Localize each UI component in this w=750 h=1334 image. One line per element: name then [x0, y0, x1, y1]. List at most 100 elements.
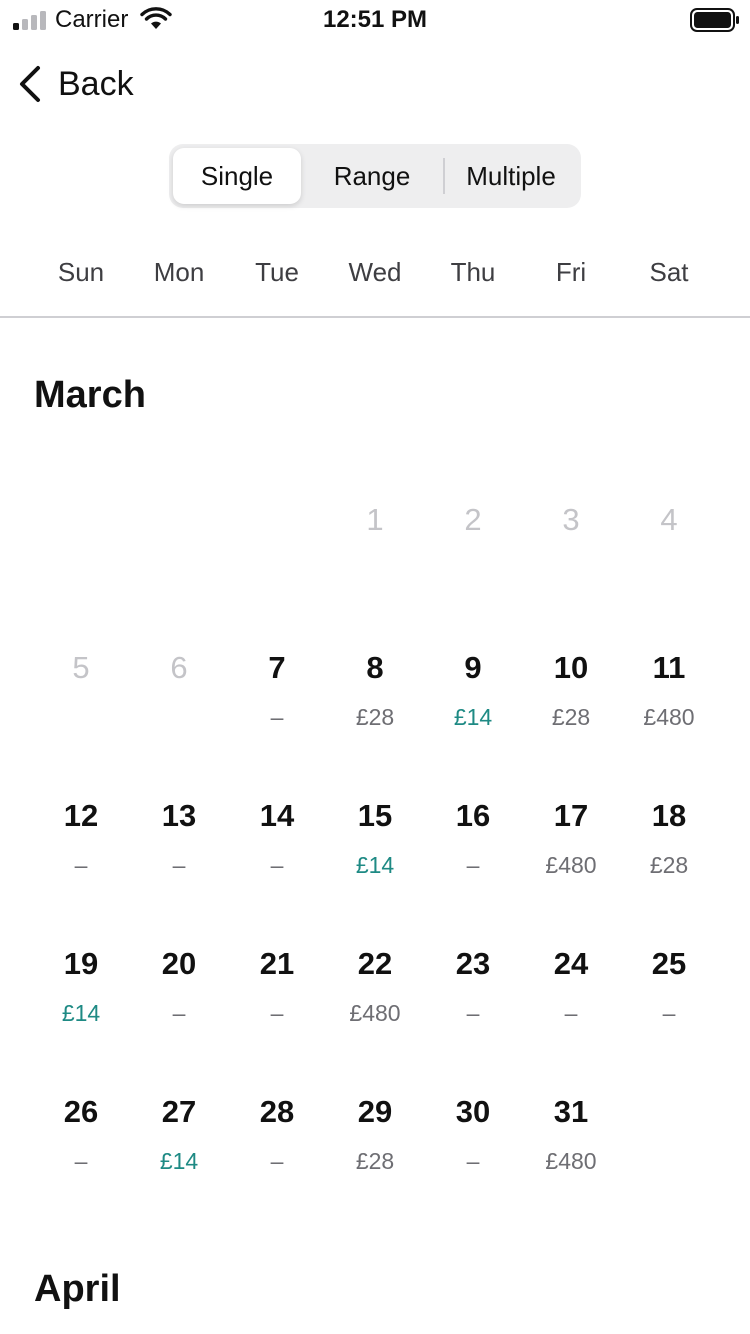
- day-number: 14: [259, 798, 295, 833]
- day-cell[interactable]: 16 –: [424, 796, 522, 926]
- month-title-april: April: [34, 1268, 121, 1310]
- day-number: 8: [366, 650, 384, 685]
- weekday-label: Mon: [153, 257, 205, 287]
- day-number: 7: [268, 650, 286, 685]
- weekday-label: Thu: [450, 257, 496, 287]
- day-price: £14: [453, 704, 493, 730]
- day-price: –: [466, 1000, 480, 1026]
- day-cell[interactable]: 8 £28: [326, 648, 424, 778]
- weekday-label: Fri: [555, 257, 587, 287]
- day-number: 17: [553, 798, 589, 833]
- day-price: £480: [643, 704, 695, 730]
- day-cell[interactable]: 17 £480: [522, 796, 620, 926]
- status-bar: Carrier 12:51 PM: [0, 0, 750, 40]
- day-number: 13: [161, 798, 197, 833]
- day-cell: 5: [32, 648, 130, 778]
- day-cell[interactable]: 9 £14: [424, 648, 522, 778]
- day-cell[interactable]: 29 £28: [326, 1092, 424, 1222]
- day-cell[interactable]: 11 £480: [620, 648, 718, 778]
- day-price: £480: [545, 1148, 597, 1174]
- day-number: 2: [464, 502, 482, 537]
- day-price: £28: [355, 704, 395, 730]
- day-cell[interactable]: 22 £480: [326, 944, 424, 1074]
- day-number: 22: [357, 946, 393, 981]
- day-number: 28: [259, 1094, 295, 1129]
- weekday-label: Sun: [57, 257, 105, 287]
- day-number: 18: [651, 798, 687, 833]
- day-price: –: [270, 1000, 284, 1026]
- day-price: £28: [649, 852, 689, 878]
- day-cell[interactable]: 31 £480: [522, 1092, 620, 1222]
- day-cell[interactable]: 10 £28: [522, 648, 620, 778]
- day-price: £14: [355, 852, 395, 878]
- day-cell[interactable]: 7–: [228, 648, 326, 778]
- segment-single[interactable]: Single: [173, 148, 301, 204]
- day-cell[interactable]: 28 –: [228, 1092, 326, 1222]
- day-price: –: [74, 852, 88, 878]
- day-cell[interactable]: 26 –: [32, 1092, 130, 1222]
- day-cell[interactable]: 30 –: [424, 1092, 522, 1222]
- back-button[interactable]: Back: [14, 60, 134, 108]
- day-cell[interactable]: 14 –: [228, 796, 326, 926]
- day-price: –: [466, 852, 480, 878]
- day-cell: 6: [130, 648, 228, 778]
- day-cell[interactable]: 13 –: [130, 796, 228, 926]
- header-divider: [0, 316, 750, 318]
- day-cell[interactable]: 27 £14: [130, 1092, 228, 1222]
- segment-divider: [443, 158, 445, 194]
- day-cell: 2: [424, 500, 522, 630]
- day-cell[interactable]: 19 £14: [32, 944, 130, 1074]
- day-price: £480: [545, 852, 597, 878]
- week-row: 19 £14 20 – 21 – 22 £480 23 – 24 – 25 –: [32, 944, 718, 1074]
- day-cell: 4: [620, 500, 718, 630]
- day-cell[interactable]: 18 £28: [620, 796, 718, 926]
- day-price: –: [466, 1148, 480, 1174]
- day-cell[interactable]: 21 –: [228, 944, 326, 1074]
- day-number: 9: [464, 650, 482, 685]
- day-price: –: [270, 1148, 284, 1174]
- day-number: 19: [63, 946, 99, 981]
- day-number: 11: [652, 650, 686, 685]
- segment-multiple[interactable]: Multiple: [445, 148, 577, 204]
- day-number: 21: [259, 946, 295, 981]
- day-price: –: [270, 704, 284, 730]
- weekday-label: Tue: [255, 257, 299, 287]
- day-number: 30: [455, 1094, 491, 1129]
- day-number: 23: [455, 946, 491, 981]
- day-cell[interactable]: 12 –: [32, 796, 130, 926]
- day-cell[interactable]: 24 –: [522, 944, 620, 1074]
- weekday-label: Wed: [348, 257, 402, 287]
- day-price: –: [662, 1000, 676, 1026]
- segment-range[interactable]: Range: [303, 148, 441, 204]
- battery-icon: [690, 8, 739, 32]
- day-number: 5: [72, 650, 90, 685]
- day-cell[interactable]: 25 –: [620, 944, 718, 1074]
- day-number: 10: [553, 650, 589, 685]
- day-number: 26: [63, 1094, 99, 1129]
- day-price: £14: [159, 1148, 199, 1174]
- month-title-march: March: [34, 374, 146, 416]
- day-cell: 3: [522, 500, 620, 630]
- day-cell[interactable]: 15 £14: [326, 796, 424, 926]
- day-number: 20: [161, 946, 197, 981]
- day-number: 24: [553, 946, 589, 981]
- day-number: 3: [562, 502, 580, 537]
- week-row: 5 6 7–8 £28 9 £14 10 £28 11 £480: [32, 648, 718, 778]
- status-time: 12:51 PM: [322, 6, 428, 33]
- day-price: –: [74, 1148, 88, 1174]
- day-number: 16: [455, 798, 491, 833]
- chevron-left-icon: [20, 66, 40, 102]
- day-price: –: [172, 1000, 186, 1026]
- week-row: 26 – 27 £14 28 – 29 £28 30 – 31 £480: [32, 1092, 718, 1222]
- weekday-header: Sun Mon Tue Wed Thu Fri Sat: [32, 250, 718, 294]
- week-row: 12 – 13 – 14 – 15 £14 16 – 17 £480 18 £28: [32, 796, 718, 926]
- day-number: 12: [63, 798, 99, 833]
- day-number: 27: [161, 1094, 197, 1129]
- day-number: 25: [651, 946, 687, 981]
- day-number: 31: [553, 1094, 589, 1129]
- day-price: £480: [349, 1000, 401, 1026]
- day-cell[interactable]: 20 –: [130, 944, 228, 1074]
- day-number: 4: [660, 502, 678, 537]
- day-cell[interactable]: 23 –: [424, 944, 522, 1074]
- day-price: –: [270, 852, 284, 878]
